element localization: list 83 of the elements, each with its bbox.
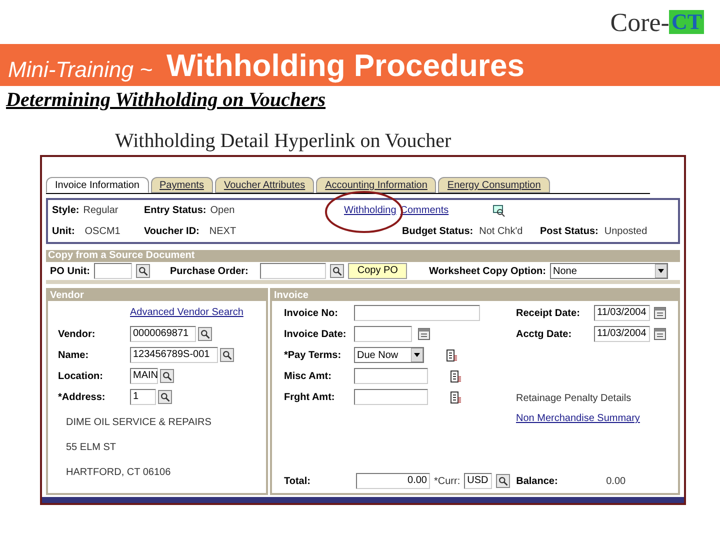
- dropdown-arrow-icon[interactable]: [411, 348, 423, 362]
- search-icon[interactable]: [492, 204, 505, 216]
- field-label: Misc Amt:: [284, 370, 332, 384]
- logo-badge: CT: [669, 10, 704, 34]
- field-label: Receipt Date:: [516, 306, 581, 320]
- panel-header: Vendor: [48, 290, 266, 301]
- input-field[interactable]: 0000069871: [130, 326, 196, 342]
- address-line: DIME OIL SERVICE & REPAIRS: [66, 416, 212, 430]
- field-label: Invoice Date:: [284, 328, 348, 342]
- magnifier-icon[interactable]: [160, 369, 174, 383]
- input-field[interactable]: 0.00: [356, 473, 430, 489]
- field-label: Post Status:: [540, 225, 598, 239]
- field-label: Vendor:: [58, 328, 96, 342]
- address-line: HARTFORD, CT 06106: [66, 466, 172, 480]
- link[interactable]: Advanced Vendor Search: [130, 305, 244, 320]
- notes-icon[interactable]: [450, 390, 462, 404]
- field-label: Purchase Order:: [170, 264, 248, 278]
- field-value: 0.00: [606, 474, 626, 488]
- field-label: Budget Status:: [402, 225, 474, 239]
- field-value: Regular: [83, 204, 118, 218]
- magnifier-icon[interactable]: [136, 264, 150, 278]
- field-label: *Curr:: [434, 474, 460, 488]
- input-field[interactable]: [354, 368, 428, 384]
- field-label: Worksheet Copy Option:: [428, 264, 546, 278]
- banner-title: Withholding Procedures: [166, 48, 524, 84]
- worksheet-select[interactable]: None: [550, 263, 668, 279]
- field-label: PO Unit:: [50, 264, 90, 278]
- subtitle: Determining Withholding on Vouchers: [6, 89, 326, 111]
- input-field[interactable]: USD: [464, 473, 492, 489]
- dropdown-arrow-icon[interactable]: [655, 264, 667, 278]
- logo-text: Core-: [610, 6, 670, 38]
- copy-po-button[interactable]: Copy PO: [348, 263, 407, 279]
- input-field[interactable]: 11/03/2004: [594, 305, 650, 321]
- field-label: *Pay Terms:: [284, 348, 342, 362]
- input-field[interactable]: MAIN: [130, 368, 158, 384]
- field-label: Frght Amt:: [284, 390, 336, 404]
- field-label: Voucher ID:: [144, 225, 200, 239]
- calendar-icon[interactable]: [418, 328, 430, 340]
- panel-header: Invoice: [272, 290, 678, 301]
- magnifier-icon[interactable]: [220, 348, 234, 362]
- tab[interactable]: Energy Consumption: [438, 177, 550, 193]
- tab[interactable]: Accounting Information: [316, 177, 436, 193]
- tab[interactable]: Payments: [150, 177, 213, 193]
- field-label: Name:: [58, 348, 90, 362]
- input-field[interactable]: 11/03/2004: [594, 326, 650, 342]
- field-label: Entry Status:: [144, 204, 206, 218]
- address-line: 55 ELM ST: [66, 441, 118, 455]
- link[interactable]: Non Merchandise Summary: [516, 411, 666, 426]
- calendar-icon[interactable]: [654, 328, 666, 340]
- input-field[interactable]: 1: [130, 389, 156, 405]
- banner-prefix: Mini-Training ~: [8, 56, 152, 84]
- field-label: Total:: [284, 474, 312, 488]
- input-field[interactable]: [260, 263, 326, 279]
- field-value: Not Chk'd: [479, 225, 523, 239]
- field-value: Open: [210, 204, 235, 218]
- input-field[interactable]: [354, 305, 480, 321]
- notes-icon[interactable]: [446, 348, 458, 362]
- magnifier-icon[interactable]: [198, 327, 212, 341]
- field-value: Unposted: [604, 225, 648, 239]
- calendar-icon[interactable]: [654, 307, 666, 319]
- field-label: *Address:: [58, 390, 106, 404]
- copy-section-header: Copy from a Source Document: [46, 250, 680, 262]
- field-label: Location:: [58, 370, 104, 384]
- magnifier-icon[interactable]: [330, 264, 344, 278]
- field-label: Unit:: [52, 225, 75, 239]
- tab[interactable]: Voucher Attributes: [214, 177, 314, 193]
- caption: Withholding Detail Hyperlink on Voucher: [115, 130, 452, 152]
- tab[interactable]: Invoice Information: [46, 177, 148, 193]
- retainage-penalty-text: Retainage Penalty Details: [516, 392, 632, 406]
- pay-terms-select[interactable]: Due Now: [354, 347, 424, 363]
- field-value: OSCM1: [84, 225, 120, 239]
- field-label: Acctg Date:: [516, 328, 573, 342]
- notes-icon[interactable]: [450, 370, 462, 382]
- field-label: Balance:: [516, 474, 559, 488]
- field-label: Style:: [52, 204, 80, 218]
- input-field[interactable]: [354, 326, 412, 342]
- field-label: Invoice No:: [284, 306, 339, 320]
- field-value: NEXT: [209, 225, 236, 239]
- input-field[interactable]: [354, 389, 428, 405]
- input-field[interactable]: 123456789S-001: [130, 347, 218, 363]
- magnifier-icon[interactable]: [158, 390, 172, 404]
- magnifier-icon[interactable]: [496, 474, 510, 488]
- input-field[interactable]: [94, 263, 132, 279]
